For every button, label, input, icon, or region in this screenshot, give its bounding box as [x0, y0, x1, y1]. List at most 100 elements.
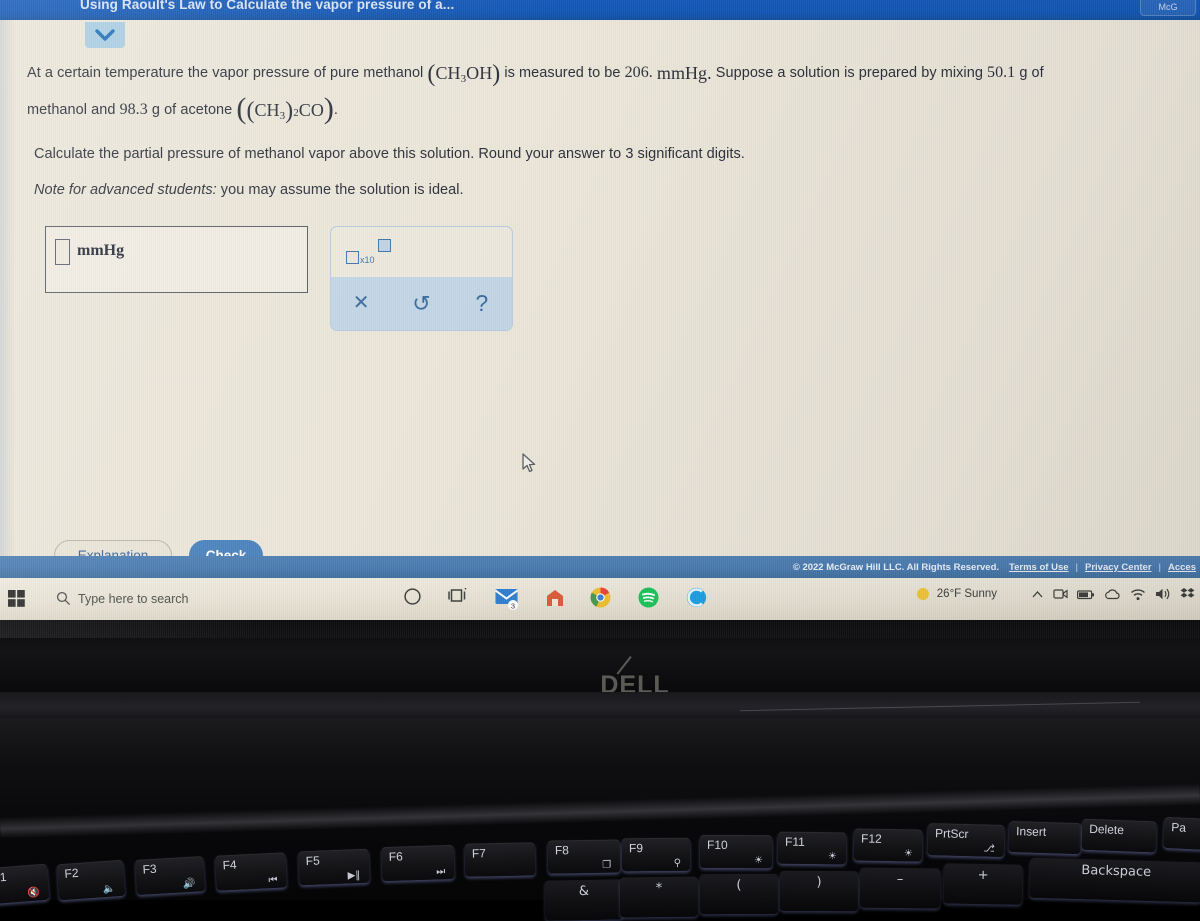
help-button[interactable]: ? [452, 277, 512, 330]
laptop-screen: Using Raoult's Law to Calculate the vapo… [0, 0, 1200, 638]
weather-sun-icon [916, 588, 929, 600]
question-text-c: Suppose a solution is prepared by mixing [715, 65, 983, 81]
battery-icon[interactable] [1077, 588, 1095, 601]
key-insert[interactable]: Insert [1008, 820, 1082, 855]
privacy-center-link[interactable]: Privacy Center [1085, 562, 1152, 573]
key-f5[interactable]: F5 ▶‖ [298, 848, 370, 886]
advanced-note-label: Note for advanced students: [34, 182, 217, 198]
copyright-text: © 2022 McGraw Hill LLC. All Rights Reser… [792, 561, 1000, 573]
dropbox-icon[interactable] [1180, 587, 1196, 601]
key-glyph-icon: ❐ [602, 859, 612, 871]
key-label: ( [736, 877, 742, 894]
search-icon[interactable] [56, 591, 71, 611]
key-label: F8 [554, 843, 570, 858]
terms-of-use-link[interactable]: Terms of Use [1009, 562, 1068, 573]
key-label: Pa [1170, 820, 1187, 835]
key-f9[interactable]: F9 ⚲ [621, 837, 691, 872]
footer-separator-2: | [1158, 561, 1161, 573]
key-glyph-icon: ☀ [903, 848, 913, 860]
search-input[interactable]: Type here to search [78, 592, 188, 606]
formula-acetone-methyl: CH3 [254, 100, 286, 122]
math-toolbar-actions: ✕ ↺ ? [331, 277, 512, 330]
key-symbol-0[interactable]: & [544, 879, 624, 921]
key-f1[interactable]: F1 🔇 [0, 863, 50, 905]
key-label: F11 [784, 834, 805, 849]
question-line-1: At a certain temperature the vapor press… [27, 61, 1044, 88]
undo-button[interactable]: ↺ [391, 277, 451, 330]
volume-icon[interactable] [1155, 587, 1171, 601]
key-f8[interactable]: F8 ❐ [547, 839, 621, 874]
mantissa-placeholder-box [346, 251, 359, 264]
question-text-e: methanol and [27, 102, 116, 118]
clear-button[interactable]: ✕ [331, 277, 391, 330]
page-left-edge [0, 20, 14, 565]
key-glyph-icon: ⏮ [268, 874, 278, 887]
cortana-icon[interactable] [403, 587, 422, 611]
browser-tab-title[interactable]: Using Raoult's Law to Calculate the vapo… [80, 0, 454, 12]
key-label: – [896, 871, 904, 888]
top-right-button[interactable]: McG [1140, 0, 1196, 16]
key-backspace[interactable]: Backspace [1029, 857, 1200, 903]
key-f6[interactable]: F6 ⏭ [381, 844, 455, 882]
chevron-up-icon[interactable] [1031, 588, 1044, 601]
question-text-a: At a certain temperature the vapor press… [27, 65, 424, 81]
question-line-3: Calculate the partial pressure of methan… [34, 146, 745, 162]
pressure-value: 206. [624, 64, 653, 81]
key-label: F6 [388, 849, 404, 864]
key-f3[interactable]: F3 🔊 [135, 856, 205, 895]
laptop-hinge [0, 692, 1200, 720]
cortana-circle-icon[interactable] [686, 587, 707, 613]
key-f4[interactable]: F4 ⏮ [215, 852, 287, 891]
key-label: F4 [222, 857, 238, 873]
key-label: * [655, 880, 663, 897]
key-symbol-2[interactable]: ( [699, 873, 779, 915]
key-glyph-icon: ⏭ [436, 866, 446, 878]
windows-taskbar: Type here to search 3 26°F Sunny [0, 578, 1200, 620]
key-glyph-icon: 🔇 [26, 887, 41, 900]
key-label: F9 [628, 841, 644, 856]
answer-input[interactable]: mmHg [45, 226, 308, 293]
laptop-keyboard: F1 🔇 F2 🔈 F3 🔊 F4 ⏮ F5 ▶‖ F6 ⏭ F7 F8 ❐ F9 ⚲ F10 ☀ F11 ☀ F12 ☀ P… [0, 816, 1200, 921]
answer-caret-box[interactable] [55, 239, 70, 265]
chrome-icon[interactable] [590, 587, 611, 613]
key-pa[interactable]: Pa [1163, 816, 1200, 851]
mouse-cursor-icon [522, 453, 536, 473]
key-delete[interactable]: Delete [1081, 818, 1157, 853]
formula-methanol: CH3OH [435, 63, 493, 85]
accessibility-link[interactable]: Acces [1168, 562, 1196, 573]
key-label: Backspace [1081, 863, 1152, 880]
spotify-icon[interactable] [638, 587, 659, 613]
key-symbol-5[interactable]: + [943, 863, 1023, 905]
key-symbol-1[interactable]: * [619, 876, 699, 918]
question-text-b: is measured to be [504, 65, 621, 81]
mail-icon[interactable]: 3 [494, 588, 521, 615]
key-f12[interactable]: F12 ☀ [853, 828, 923, 862]
key-f11[interactable]: F11 ☀ [777, 831, 847, 865]
question-line-4: Note for advanced students: you may assu… [34, 182, 464, 198]
task-view-icon[interactable] [448, 587, 468, 611]
footer-separator-1: | [1075, 561, 1078, 573]
key-symbol-3[interactable]: ) [779, 870, 859, 912]
scientific-notation-button[interactable]: x10 [346, 239, 392, 267]
key-f10[interactable]: F10 ☀ [699, 834, 773, 869]
mass-methanol: 50.1 [987, 64, 1016, 81]
answer-unit-label: mmHg [77, 242, 125, 259]
onedrive-icon[interactable] [1104, 588, 1121, 601]
pressure-unit: mmHg. [656, 63, 712, 83]
question-text-d: g of [1019, 65, 1044, 81]
collapse-panel-tab[interactable] [85, 22, 125, 48]
key-glyph-icon: ▶‖ [347, 869, 361, 882]
weather-text[interactable]: 26°F Sunny [937, 588, 997, 600]
key-prtscr[interactable]: PrtScr ⎇ [927, 823, 1005, 857]
key-symbol-4[interactable]: – [859, 867, 941, 909]
webcam-icon[interactable] [1053, 587, 1068, 601]
store-icon[interactable] [545, 588, 565, 613]
key-f7[interactable]: F7 [464, 842, 536, 877]
key-label: F5 [305, 853, 321, 869]
windows-start-icon[interactable] [8, 590, 25, 612]
key-label: F10 [706, 837, 728, 852]
key-f2[interactable]: F2 🔈 [56, 859, 126, 901]
mail-badge-count: 3 [511, 601, 515, 610]
key-label: + [977, 867, 989, 884]
wifi-icon[interactable] [1130, 588, 1146, 601]
